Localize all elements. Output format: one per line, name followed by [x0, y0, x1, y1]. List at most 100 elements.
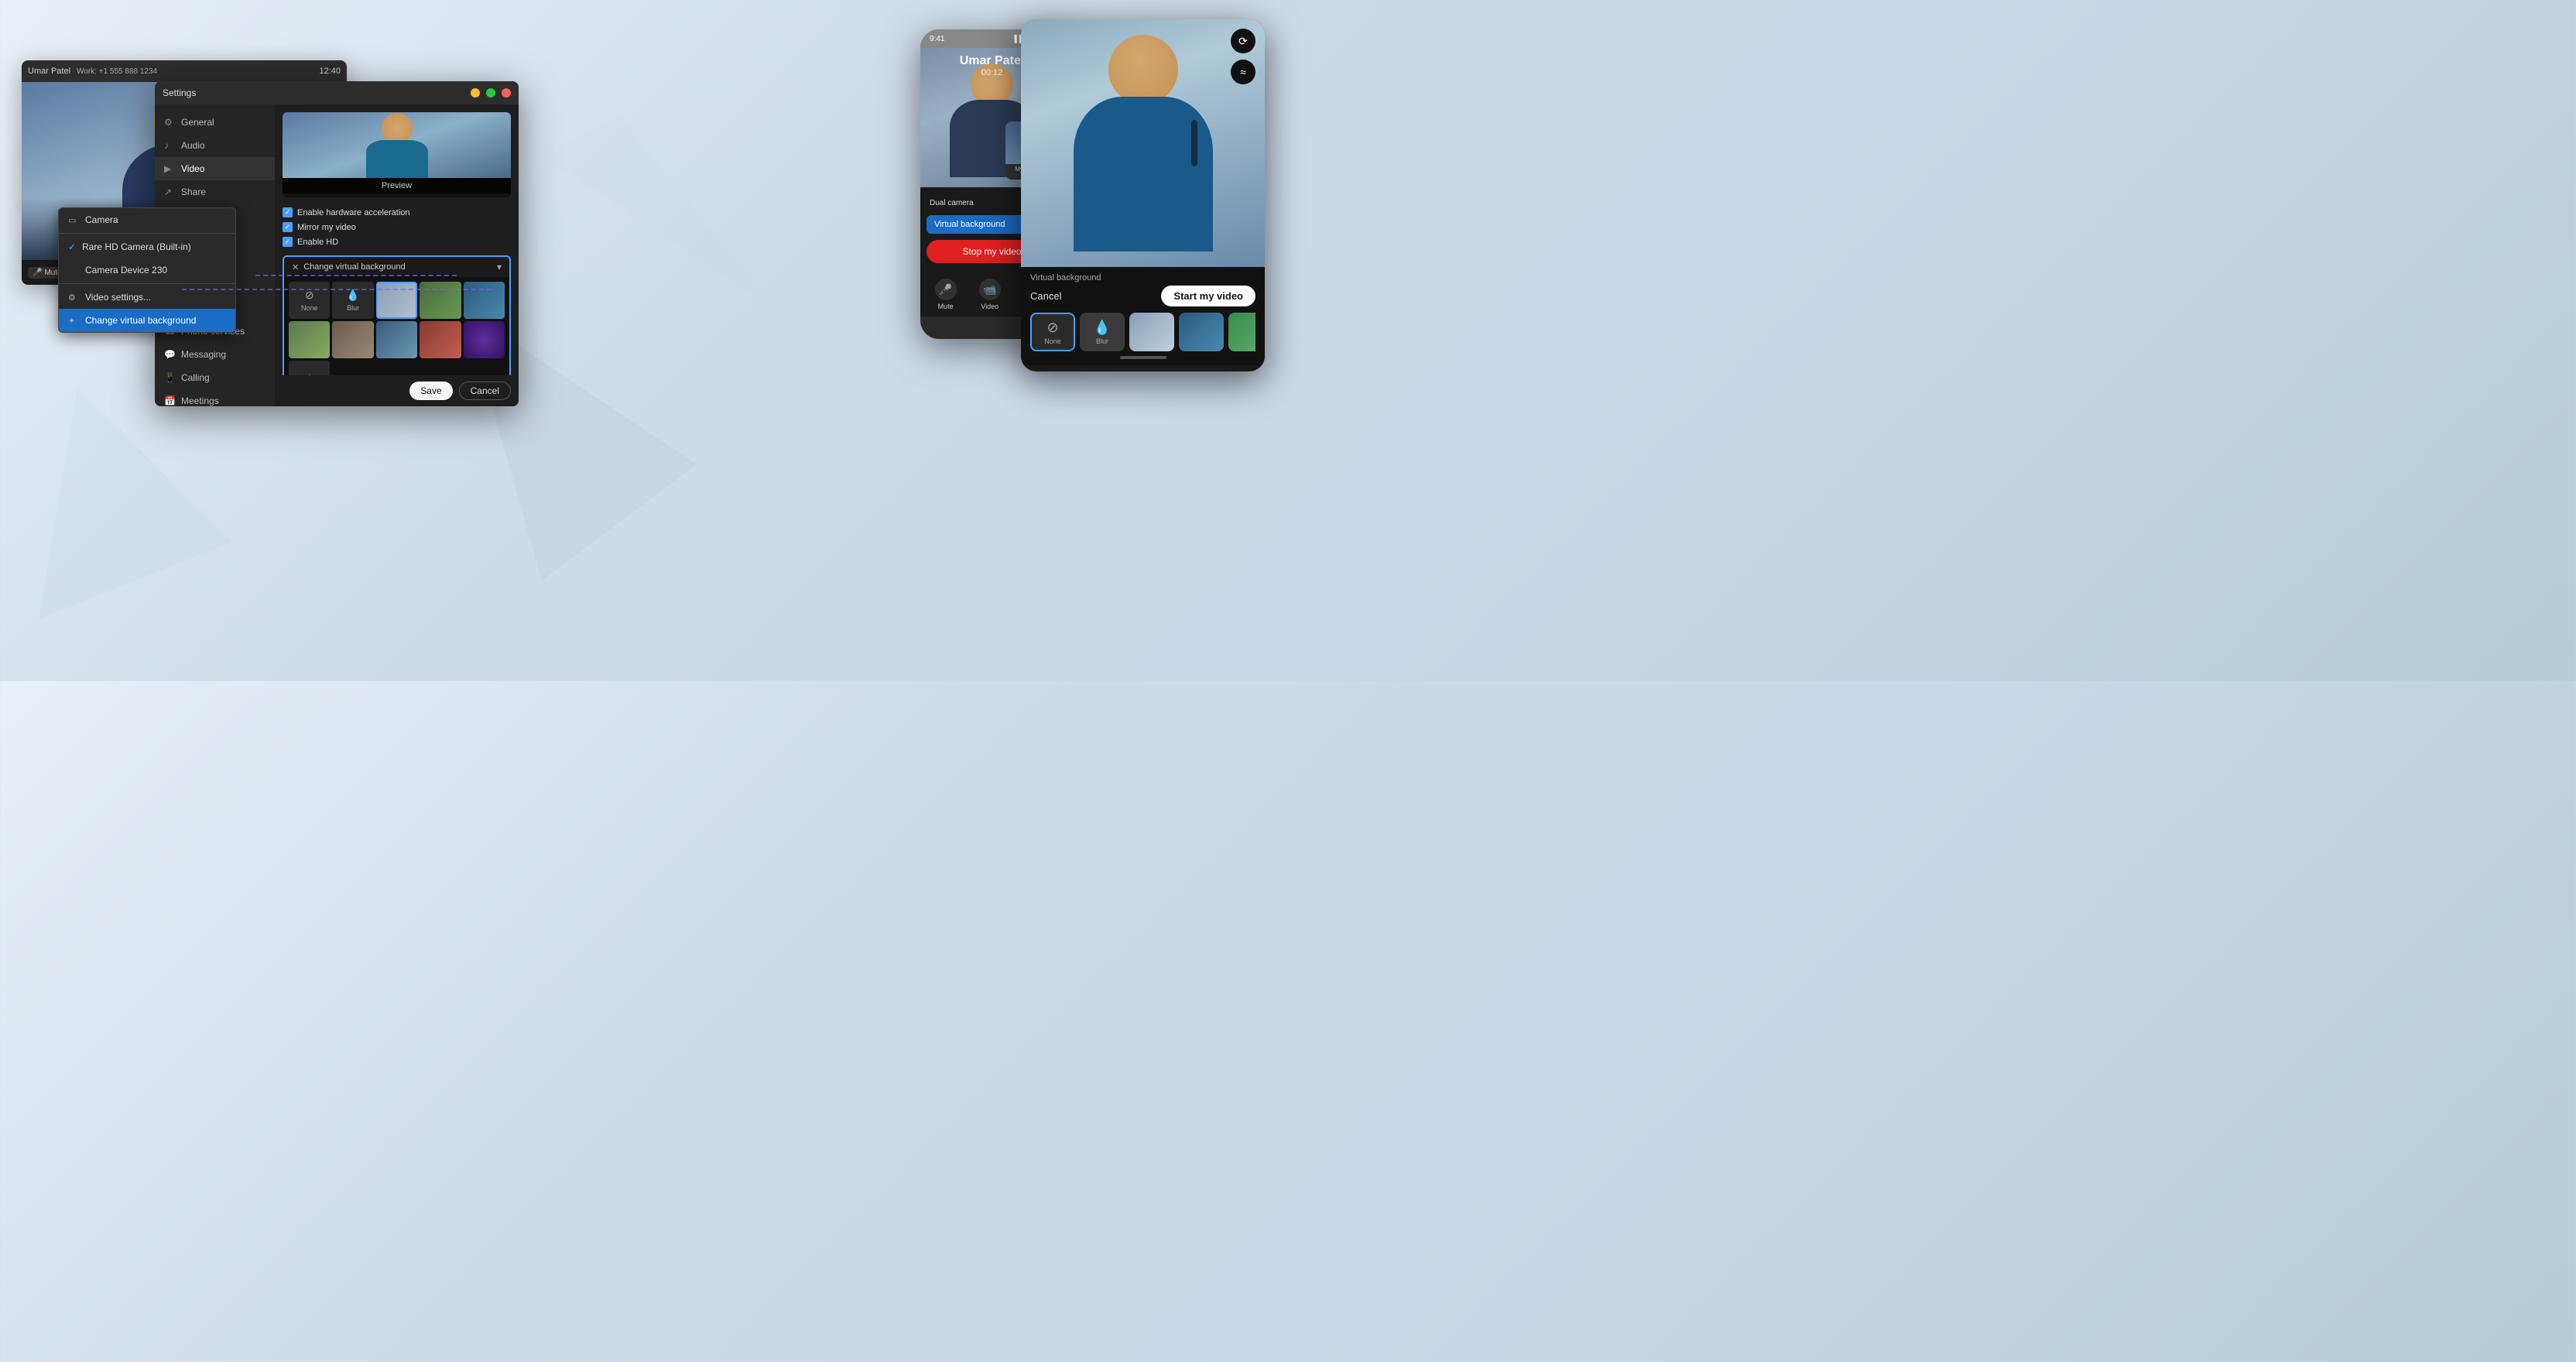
maximize-button[interactable]: □: [486, 88, 495, 98]
settings-checkboxes: ✓ Enable hardware acceleration ✓ Mirror …: [275, 205, 519, 249]
settings-nav-general[interactable]: ⚙ General: [155, 111, 275, 134]
wand-icon: ✦: [68, 316, 79, 326]
none-label: None: [301, 304, 318, 312]
vbg-section-label: Virtual background: [1030, 273, 1255, 282]
audio-icon: ♪: [164, 140, 175, 151]
gear-icon: ⚙: [68, 293, 79, 303]
mobile-none-label: None: [1044, 337, 1061, 345]
meetings-label: Meetings: [181, 395, 219, 406]
cancel-button[interactable]: Cancel: [459, 382, 511, 400]
mirror-video-check-icon: ✓: [283, 222, 293, 232]
enable-hd-checkbox[interactable]: ✓ Enable HD: [283, 234, 511, 249]
vbg-image-4[interactable]: [289, 321, 330, 358]
hw-acceleration-label: Enable hardware acceleration: [297, 208, 410, 217]
settings-nav-calling[interactable]: 📱 Calling: [155, 366, 275, 389]
dual-camera-label: Dual camera: [930, 199, 974, 207]
settings-title: Settings: [163, 87, 196, 98]
mobile-blur-label: Blur: [1096, 337, 1108, 345]
mirror-video-label: Mirror my video: [297, 223, 356, 232]
change-vbg-label: Change virtual background: [85, 315, 196, 326]
mobile-vbg-img-3[interactable]: [1228, 313, 1255, 351]
check-icon: ✓: [68, 241, 76, 252]
vbg-label: Virtual background: [934, 220, 1005, 229]
titlebar-time: 12:40: [319, 67, 341, 76]
mobile-no-bg-icon: ⊘: [1046, 320, 1058, 336]
preview-label: Preview: [283, 178, 511, 193]
preview-video: [283, 112, 511, 178]
settings-nav-share[interactable]: ↗ Share: [155, 180, 275, 204]
mobile-bottom-bar: Virtual background Cancel Start my video…: [1021, 267, 1265, 365]
video-nav-icon: ▶: [164, 163, 175, 174]
vbg-image-6[interactable]: [376, 321, 417, 358]
vbg-image-8[interactable]: [464, 321, 505, 358]
rotate-camera-icon: ⟳: [1238, 35, 1248, 48]
mobile-vbg-img-2[interactable]: [1179, 313, 1224, 351]
video-nav-label: Video: [981, 303, 999, 310]
video-icon: 📹: [979, 279, 1001, 300]
vbg-title-row: ✕ Change virtual background: [292, 262, 406, 272]
context-camera-option-1[interactable]: ✓ Rare HD Camera (Built-in): [59, 235, 235, 258]
preview-label-text: Preview: [382, 181, 412, 190]
mobile-vbg-panel: ⟳ ≈ Virtual background Cancel Start my v…: [1021, 19, 1265, 371]
camera-option-2-label: Camera Device 230: [85, 265, 167, 275]
mute-nav-label: Mute: [938, 303, 954, 310]
video-preview-box: Preview: [283, 112, 511, 197]
vbg-collapse-icon[interactable]: ▾: [497, 262, 502, 272]
settings-content: Preview ✓ Enable hardware acceleration ✓…: [275, 104, 519, 406]
calling-icon: 📱: [164, 372, 175, 383]
microphone-icon: 🎤: [33, 269, 42, 277]
context-change-vbg[interactable]: ✦ Change virtual background: [59, 309, 235, 332]
settings-footer: Save Cancel: [275, 375, 519, 406]
video-settings-label: Video settings...: [85, 292, 151, 303]
camera-icon: ▭: [68, 215, 79, 225]
mobile-camera-rotate-button[interactable]: ⟳: [1231, 29, 1255, 53]
effects-icon: ≈: [1240, 66, 1246, 78]
share-icon: ↗: [164, 187, 175, 197]
context-camera-header: ▭ Camera: [59, 208, 235, 231]
mobile-vbg-img-1[interactable]: [1129, 313, 1174, 351]
settings-nav-video[interactable]: ▶ Video: [155, 157, 275, 180]
camera-option-1-label: Rare HD Camera (Built-in): [82, 241, 191, 252]
connector-line-2: [255, 275, 457, 276]
calling-label: Calling: [181, 372, 210, 383]
mobile-vbg-blur[interactable]: 💧 Blur: [1080, 313, 1125, 351]
messaging-label: Messaging: [181, 349, 226, 360]
context-separator-2: [59, 283, 235, 284]
app-phone-number: Work: +1 555 888 1234: [77, 67, 157, 76]
vbg-title: Change virtual background: [303, 262, 405, 272]
enable-hd-label: Enable HD: [297, 238, 338, 247]
hw-acceleration-checkbox[interactable]: ✓ Enable hardware acceleration: [283, 205, 511, 220]
general-label: General: [181, 117, 214, 128]
mobile-actions-row: Cancel Start my video: [1030, 286, 1255, 306]
save-button[interactable]: Save: [409, 382, 452, 400]
vbg-image-7[interactable]: [420, 321, 461, 358]
titlebar-left: Umar Patel Work: +1 555 888 1234: [28, 67, 157, 76]
phone-mute-button[interactable]: 🎤 Mute: [935, 279, 957, 310]
mobile-cancel-button[interactable]: Cancel: [1030, 290, 1061, 302]
settings-titlebar: Settings – □ ×: [155, 81, 519, 104]
mobile-vbg-none[interactable]: ⊘ None: [1030, 313, 1075, 351]
mobile-effects-button[interactable]: ≈: [1231, 60, 1255, 84]
mirror-video-checkbox[interactable]: ✓ Mirror my video: [283, 220, 511, 234]
general-icon: ⚙: [164, 117, 175, 128]
hw-acceleration-check-icon: ✓: [283, 207, 293, 217]
home-indicator: [1120, 356, 1166, 359]
mobile-top-buttons: ⟳ ≈: [1231, 29, 1255, 84]
mute-icon: 🎤: [935, 279, 957, 300]
connector-line: [182, 289, 492, 304]
blur-label: Blur: [347, 304, 359, 312]
context-camera-option-2[interactable]: Camera Device 230: [59, 258, 235, 282]
vbg-mobile-label: Virtual background: [1030, 273, 1101, 282]
vbg-image-5[interactable]: [332, 321, 373, 358]
minimize-button[interactable]: –: [471, 88, 480, 98]
context-separator-1: [59, 233, 235, 234]
mobile-blur-icon: 💧: [1094, 320, 1111, 336]
phone-video-button[interactable]: 📹 Video: [979, 279, 1001, 310]
window-controls: – □ ×: [471, 88, 511, 98]
settings-nav-audio[interactable]: ♪ Audio: [155, 134, 275, 157]
settings-nav-messaging[interactable]: 💬 Messaging: [155, 343, 275, 366]
mobile-start-video-button[interactable]: Start my video: [1161, 286, 1255, 306]
settings-nav-meetings[interactable]: 📅 Meetings: [155, 389, 275, 406]
enable-hd-check-icon: ✓: [283, 237, 293, 247]
close-button[interactable]: ×: [502, 88, 511, 98]
